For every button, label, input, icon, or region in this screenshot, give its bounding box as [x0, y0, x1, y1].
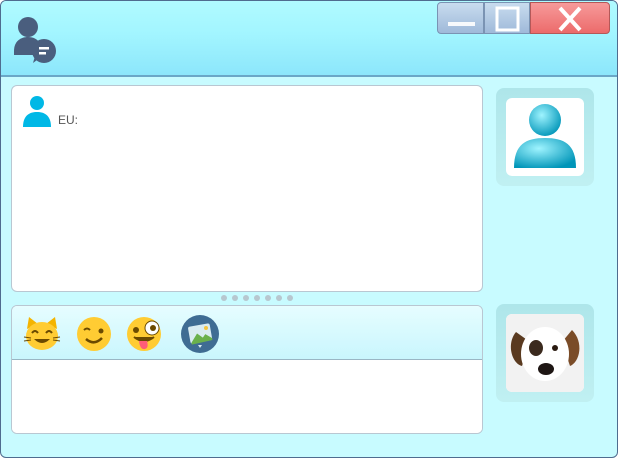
- dot: [265, 295, 271, 301]
- title-bar: [1, 1, 617, 77]
- own-avatar[interactable]: [506, 314, 584, 392]
- sender-label: EU:: [58, 113, 79, 127]
- message-composer: [11, 305, 483, 434]
- emoji-toolbar: [12, 306, 482, 360]
- close-icon: [558, 6, 582, 32]
- close-button[interactable]: [530, 2, 610, 34]
- winking-face-icon[interactable]: [75, 315, 113, 353]
- dot: [243, 295, 249, 301]
- messenger-buddy-icon: [514, 104, 576, 168]
- dog-photo-icon: [506, 314, 584, 392]
- contact-avatar-frame: [496, 88, 594, 186]
- zany-face-icon[interactable]: [125, 315, 163, 353]
- dot: [276, 295, 282, 301]
- dot: [232, 295, 238, 301]
- own-avatar-frame: [496, 304, 594, 402]
- minimize-icon: [448, 22, 475, 26]
- image-picker-icon[interactable]: [181, 315, 219, 353]
- message-input[interactable]: [12, 360, 482, 433]
- cat-face-icon[interactable]: [23, 315, 61, 353]
- maximize-icon: [495, 6, 520, 32]
- minimize-button[interactable]: [437, 2, 484, 34]
- resize-handle[interactable]: [221, 295, 293, 301]
- dot: [221, 295, 227, 301]
- maximize-button[interactable]: [484, 2, 530, 34]
- contact-avatar[interactable]: [506, 98, 584, 176]
- chat-history[interactable]: EU:: [11, 85, 483, 292]
- chat-user-icon: [14, 17, 56, 63]
- dot: [287, 295, 293, 301]
- dot: [254, 295, 260, 301]
- chat-window: EU:: [0, 0, 618, 458]
- user-icon: [23, 96, 51, 127]
